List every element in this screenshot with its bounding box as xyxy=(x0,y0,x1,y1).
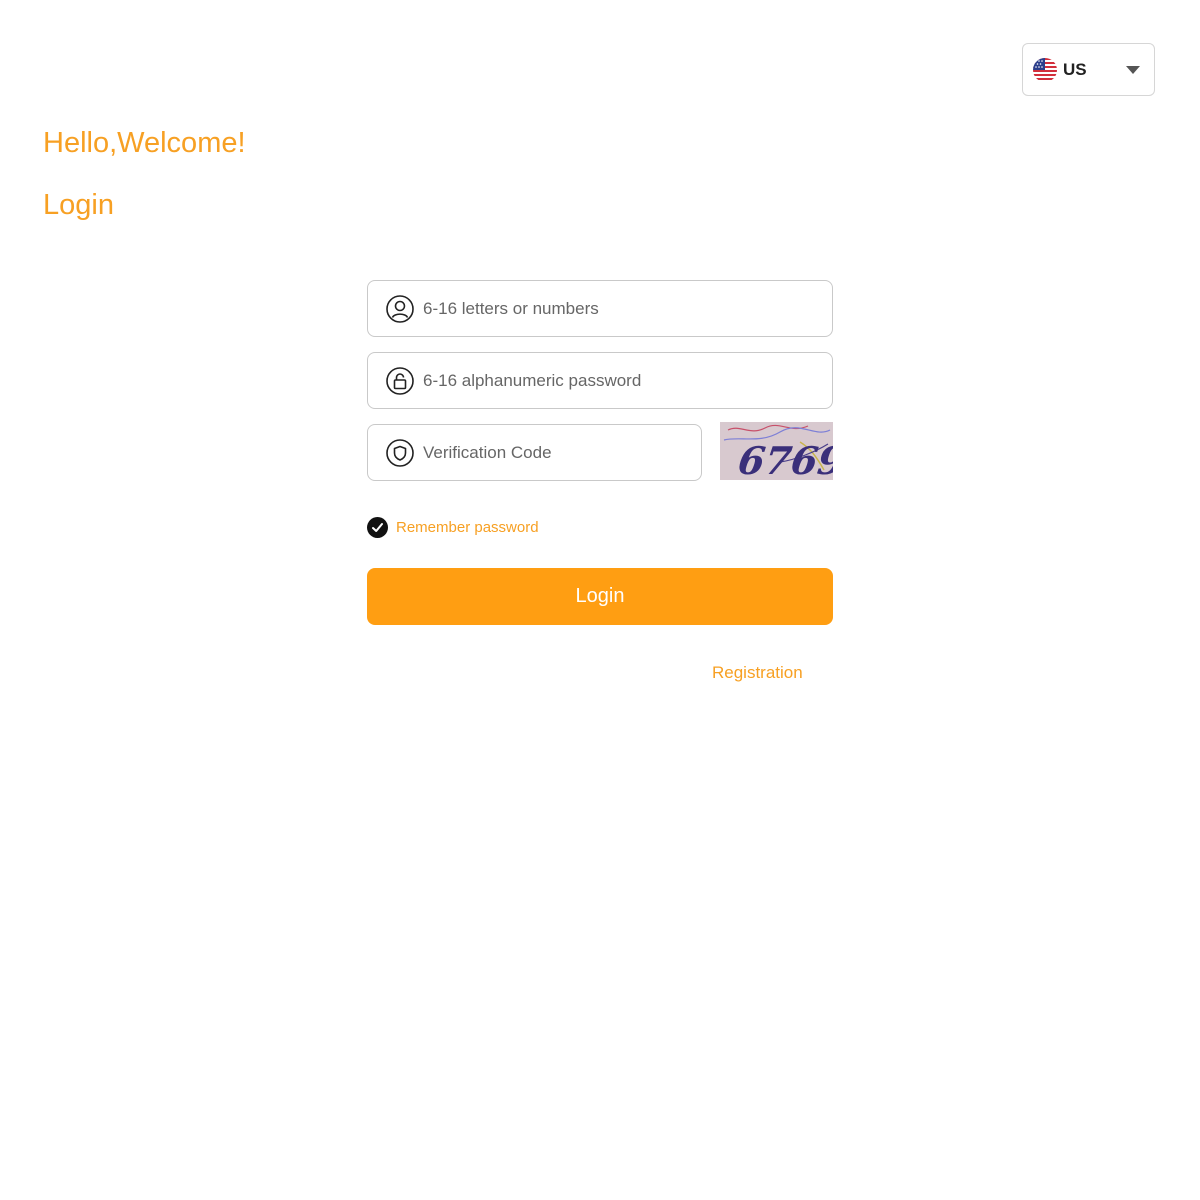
language-label: US xyxy=(1063,59,1087,79)
caret-down-icon xyxy=(1126,66,1140,74)
lock-icon xyxy=(385,366,415,396)
password-field xyxy=(367,352,833,409)
verification-input[interactable] xyxy=(421,424,701,481)
remember-password-checkbox[interactable]: Remember password xyxy=(367,517,539,538)
remember-password-label: Remember password xyxy=(396,519,539,536)
login-page: US Hello,Welcome! Login 6-16 letters or … xyxy=(0,0,1200,1200)
captcha-text: 6769 xyxy=(735,439,833,480)
login-button[interactable]: Login xyxy=(367,568,833,625)
captcha-image[interactable]: 6769 xyxy=(720,422,833,480)
welcome-heading: Hello,Welcome! xyxy=(43,127,246,159)
username-input[interactable] xyxy=(421,280,832,337)
verification-field xyxy=(367,424,702,481)
user-icon xyxy=(385,294,415,324)
language-select[interactable]: US xyxy=(1022,43,1155,96)
shield-icon xyxy=(385,438,415,468)
us-flag-icon xyxy=(1033,57,1057,82)
registration-link[interactable]: Registration xyxy=(712,663,803,683)
username-field xyxy=(367,280,833,337)
check-icon xyxy=(367,517,388,538)
page-title: Login xyxy=(43,189,114,221)
password-input[interactable] xyxy=(421,352,832,409)
